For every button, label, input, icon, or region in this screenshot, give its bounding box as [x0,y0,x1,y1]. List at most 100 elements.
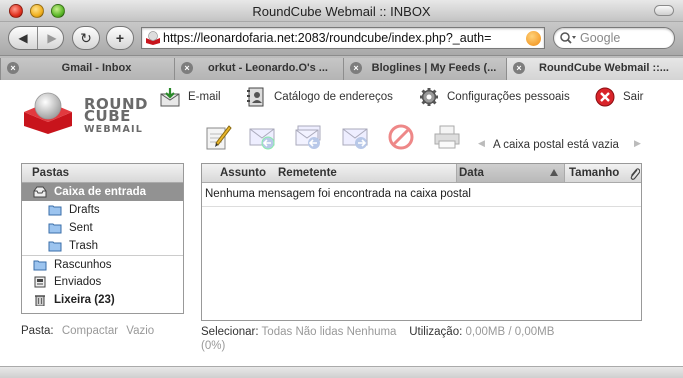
logo-line-webmail: WEBMAIL [84,124,144,135]
folder-label: Trash [69,240,98,252]
roundcube-logo-icon [24,92,72,134]
empty-folder-link[interactable]: Vazio [126,325,154,337]
sort-ascending-icon [550,169,558,176]
nav-email[interactable]: E-mail [160,87,230,109]
column-date-label: Data [459,167,484,179]
nav-addressbook[interactable]: Catálogo de endereços [246,87,406,109]
nav-logout-label: Sair [623,91,644,103]
column-date[interactable]: Data [457,164,564,182]
folder-label: Rascunhos [54,259,112,271]
nav-settings[interactable]: Configurações pessoais [419,87,579,109]
quota-label: Utilização: [409,326,463,338]
search-icon[interactable] [559,31,577,45]
url-text: https://leonardofaria.net:2083/roundcube… [163,31,492,45]
select-none-link[interactable]: Nenhuma [347,326,397,338]
browser-window: RoundCube Webmail :: INBOX ◀ ▶ ↻ + https… [0,0,683,378]
delete-icon[interactable] [387,123,415,151]
folder-drafts[interactable]: Drafts [22,201,183,219]
title-bar: RoundCube Webmail :: INBOX [0,0,683,22]
reply-icon[interactable] [248,123,276,151]
logout-icon [595,87,615,107]
print-icon[interactable] [433,123,461,151]
search-placeholder: Google [580,31,621,45]
select-label: Selecionar: [201,326,259,338]
nav-settings-label: Configurações pessoais [447,91,570,103]
folder-panel-header: Pastas [22,164,183,183]
gear-icon [420,88,438,106]
row-divider [202,206,641,207]
sent-folder-icon [34,276,46,288]
reply-all-icon[interactable] [294,123,322,151]
tab-label: orkut - Leonardo.O's ... [208,62,328,74]
folder-panel: Pastas Caixa de entrada Drafts Sent Tras… [21,163,184,314]
select-unread-link[interactable]: Não lidas [295,326,343,338]
column-from[interactable]: Remetente [278,164,448,182]
back-button[interactable]: ◀ [9,27,37,49]
folder-label: Sent [69,222,93,234]
column-subject[interactable]: Assunto [220,164,276,182]
compose-icon[interactable] [204,123,232,151]
folder-label: Drafts [69,204,100,216]
folder-label: Enviados [54,276,102,288]
nav-logout[interactable]: Sair [595,87,655,109]
folder-label: Caixa de entrada [54,186,147,198]
tab-label: Gmail - Inbox [61,62,132,74]
empty-mailbox-message: Nenhuma mensagem foi encontrada na caixa… [205,188,471,200]
folder-trash[interactable]: Trash [22,237,183,255]
inbox-icon [33,186,47,198]
tab-gmail[interactable]: × Gmail - Inbox [0,58,174,80]
column-size[interactable]: Tamanho [569,164,625,182]
roundcube-logo[interactable]: ROUND CUBE WEBMAIL [22,86,152,136]
tab-roundcube[interactable]: × RoundCube Webmail ::... [506,58,683,80]
folder-icon [48,223,62,234]
quota-percent: (0%) [201,340,226,352]
reload-button[interactable]: ↻ [72,26,100,50]
horizontal-scrollbar[interactable] [0,366,683,378]
tab-orkut[interactable]: × orkut - Leonardo.O's ... [174,58,343,80]
folder-label: Lixeira (23) [54,294,115,306]
roundcube-site-icon [146,31,160,45]
toolbar-toggle-button[interactable] [654,5,674,16]
column-separator [564,164,565,182]
mailbox-status-text: A caixa postal está vazia [493,139,619,151]
folder-icon [48,241,62,252]
window-title: RoundCube Webmail :: INBOX [252,4,431,19]
folder-inbox[interactable]: Caixa de entrada [22,183,183,201]
select-all-link[interactable]: Todas [262,326,293,338]
quota-value: 0,00MB / 0,00MB [465,326,555,338]
email-icon [160,88,180,107]
search-field[interactable]: Google [553,27,675,49]
folder-icon [48,205,62,216]
add-tab-button[interactable]: + [106,26,134,50]
message-list-header: Assunto Remetente Data Tamanho [202,164,641,183]
mailbox-status: ◀ A caixa postal está vazia ▶ [474,137,644,153]
logo-text: ROUND CUBE WEBMAIL [84,97,148,136]
next-page-icon[interactable]: ▶ [634,138,641,149]
addressbook-icon [247,87,264,107]
previous-page-icon[interactable]: ◀ [478,138,485,149]
message-list-footer: Selecionar: Todas Não lidas Nenhuma Util… [201,325,642,353]
forward-button[interactable]: ▶ [38,27,66,49]
close-tab-icon[interactable]: × [7,62,19,74]
tab-bar: × Gmail - Inbox × orkut - Leonardo.O's .… [0,56,683,80]
folder-enviados[interactable]: Enviados [22,273,183,291]
tab-bloglines[interactable]: × Bloglines | My Feeds (... [343,58,506,80]
compact-folder-link[interactable]: Compactar [62,325,118,337]
address-bar[interactable]: https://leonardofaria.net:2083/roundcube… [141,27,545,49]
folder-lixeira[interactable]: Lixeira (23) [22,291,183,309]
folder-actions-label: Pasta: [21,325,54,337]
rss-feed-icon[interactable] [526,31,541,46]
message-list: Assunto Remetente Data Tamanho Nenhuma m… [201,163,642,321]
close-tab-icon[interactable]: × [513,62,525,74]
close-tab-icon[interactable]: × [181,62,193,74]
forward-icon[interactable] [341,123,369,151]
trash-icon [35,295,45,306]
nav-addressbook-label: Catálogo de endereços [274,91,393,103]
nav-email-label: E-mail [188,91,221,103]
folder-rascunhos[interactable]: Rascunhos [22,255,183,273]
close-tab-icon[interactable]: × [350,62,362,74]
tab-label: RoundCube Webmail ::... [539,62,669,74]
folder-sent[interactable]: Sent [22,219,183,237]
browser-toolbar: ◀ ▶ ↻ + https://leonardofaria.net:2083/r… [0,22,683,56]
nav-button-group: ◀ ▶ [8,26,64,50]
